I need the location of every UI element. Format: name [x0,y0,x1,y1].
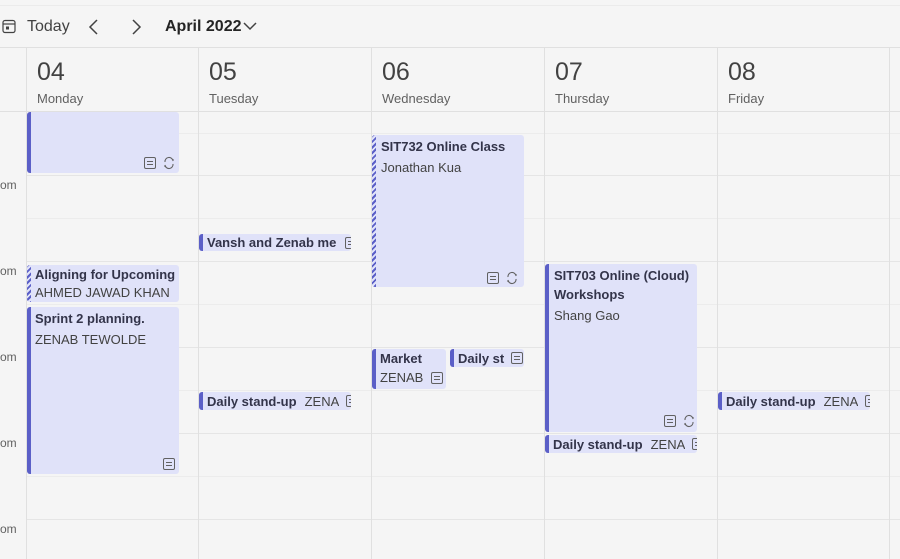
time-label: om [0,178,17,192]
event-title: Market [380,351,422,366]
event-organizer: Jonathan Kua [381,160,462,175]
event-row: Daily st [458,349,524,367]
event-title: SIT703 Online (Cloud) [554,268,690,283]
chevron-down-icon[interactable] [242,18,258,34]
notes-icon [345,236,351,249]
day-header-wednesday[interactable]: 06 Wednesday [371,48,544,112]
event-organizer: ZENA [823,393,859,409]
notes-icon [163,458,175,470]
event-sit703[interactable]: SIT703 Online (Cloud) Workshops Shang Ga… [545,264,697,432]
day-header-tuesday[interactable]: 05 Tuesday [198,48,371,112]
event-organizer: AHMED JAWAD KHAN [35,285,170,300]
event-title: SIT732 Online Class [381,139,506,154]
column-line [889,112,890,559]
day-name: Wednesday [382,91,451,106]
notes-icon [346,395,351,407]
column-line [198,112,199,559]
event-vansh-zenab[interactable]: Vansh and Zenab me [199,234,351,251]
day-name: Tuesday [209,91,259,106]
notes-icon [511,352,524,364]
notes-icon [692,438,697,450]
today-button[interactable]: Today [27,18,70,36]
event-title: Vansh and Zenab me [207,235,337,250]
time-gutter: om om om om om [0,112,26,559]
day-header-friday[interactable]: 08 Friday [717,48,890,112]
event-row: Daily stand-up ZENA [726,392,870,410]
month-picker-label[interactable]: April 2022 [165,18,241,36]
day-header-thursday[interactable]: 07 Thursday [544,48,717,112]
notes-icon [431,372,443,384]
event-daily-standup[interactable]: Daily stand-up ZENA [545,435,697,453]
event-monday-morning[interactable] [27,112,179,173]
event-organizer: ZENAB TEWOLDE [35,332,147,347]
recurring-icon [507,271,517,285]
day-name: Thursday [555,91,610,106]
day-number: 06 [382,58,410,86]
week-header: 04 Monday 05 Tuesday 06 Wednesday 07 Thu… [0,48,900,112]
event-title: Daily stand-up [553,436,643,452]
grid-line [26,304,900,305]
notes-icon [865,395,870,407]
grid-line [26,476,900,477]
event-daily-standup[interactable]: Daily stand-up ZENA [199,392,351,410]
day-name: Friday [728,91,765,106]
chevron-left-icon[interactable] [84,16,104,38]
divider [0,5,900,6]
event-row: Daily stand-up ZENA [207,392,351,410]
notes-icon [487,272,499,284]
day-number: 05 [209,58,237,86]
calendar-toolbar: Today April 2022 [0,0,900,48]
event-organizer: ZENAB [380,370,424,385]
time-label: om [0,264,17,278]
event-title-line2: Workshops [554,287,625,302]
event-sit732[interactable]: SIT732 Online Class Jonathan Kua [372,135,524,287]
event-organizer: ZENA [304,393,340,409]
event-organizer: ZENA [650,436,686,452]
day-number: 04 [37,58,65,86]
calendar-today-icon[interactable] [2,19,16,34]
day-name: Monday [37,91,84,106]
day-number: 07 [555,58,583,86]
event-title: Daily stand-up [207,393,297,409]
grid-line [26,519,900,520]
column-line [717,112,718,559]
event-title: Aligning for Upcoming [35,267,176,282]
recurring-icon [684,414,694,428]
recurring-icon [164,156,174,170]
notes-icon [664,415,676,427]
event-title: Daily stand-up [726,393,816,409]
event-organizer: Shang Gao [554,308,620,323]
time-label: om [0,522,17,536]
time-label: om [0,350,17,364]
event-aligning[interactable]: Aligning for Upcoming AHMED JAWAD KHAN [27,265,179,302]
event-row: Daily stand-up ZENA [553,435,697,453]
event-title: Sprint 2 planning. [35,311,145,326]
calendar-grid: om om om om om Aligning for Upcoming AHM… [0,112,900,559]
chevron-right-icon[interactable] [126,16,146,38]
event-row: Vansh and Zenab me [207,234,351,251]
event-daily-standup[interactable]: Daily stand-up ZENA [718,392,870,410]
day-header-monday[interactable]: 04 Monday [26,48,198,112]
day-header-next [889,48,900,112]
notes-icon [144,157,156,169]
event-market[interactable]: Market ZENAB [372,349,446,389]
time-label: om [0,436,17,450]
event-sprint-planning[interactable]: Sprint 2 planning. ZENAB TEWOLDE [27,307,179,474]
event-daily-standup-short[interactable]: Daily st [450,349,524,367]
event-title: Daily st [458,350,505,366]
day-number: 08 [728,58,756,86]
